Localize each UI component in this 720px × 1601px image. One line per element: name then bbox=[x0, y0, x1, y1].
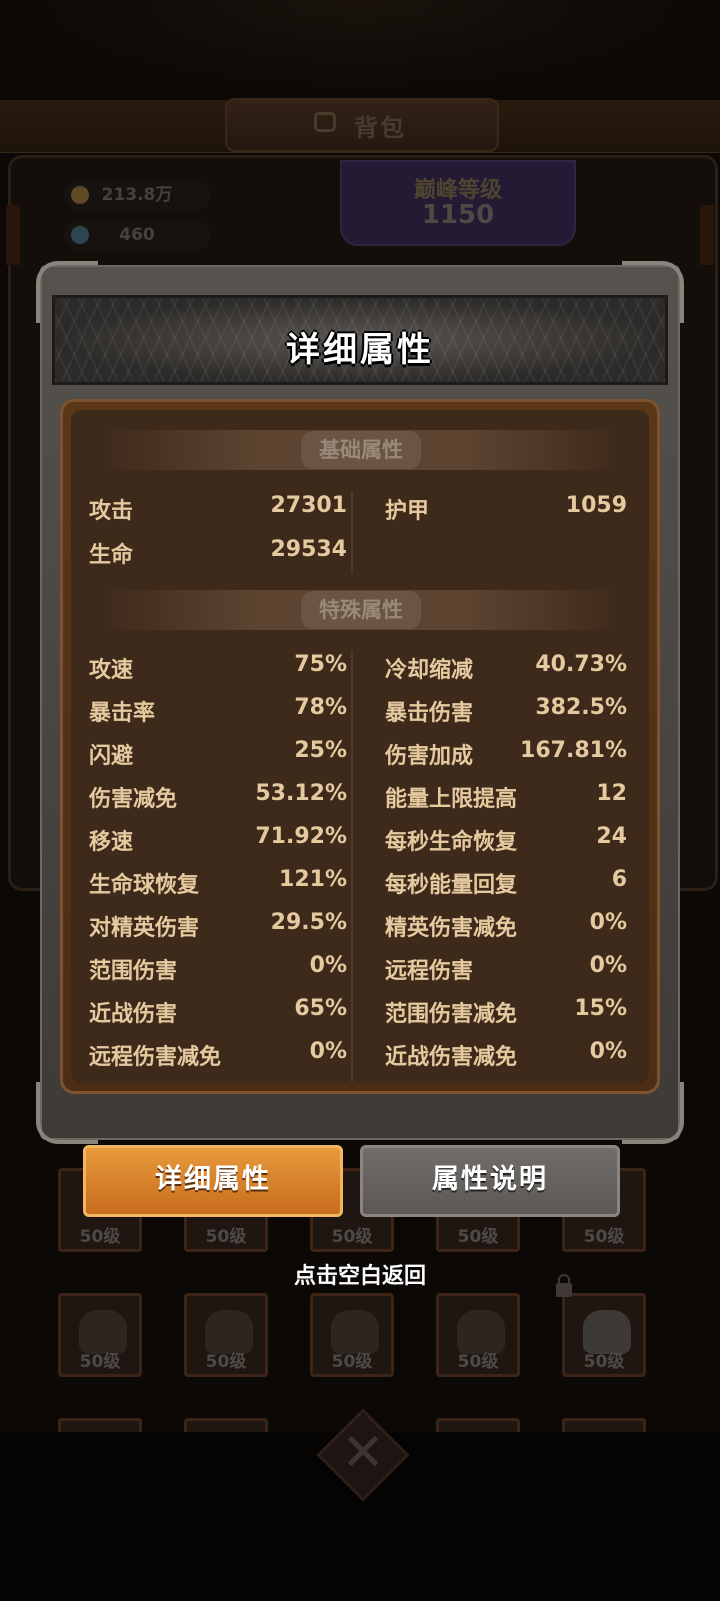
special-section-header: 特殊属性 bbox=[101, 590, 621, 630]
stat-name: 远程伤害 bbox=[385, 959, 474, 984]
special-section-title: 特殊属性 bbox=[301, 591, 421, 629]
stat-name: 每秒能量回复 bbox=[385, 873, 518, 898]
slot-level: 50级 bbox=[205, 1352, 247, 1372]
gold-counter: 213.8万 bbox=[63, 180, 211, 210]
stat-row: 攻速 75% 冷却缩减 40.73% bbox=[89, 652, 637, 686]
stat-name: 伤害加成 bbox=[385, 744, 474, 769]
stat-value: 27301 bbox=[270, 493, 347, 518]
tab-detail-attributes[interactable]: 详细属性 bbox=[83, 1145, 343, 1217]
stat-value: 0% bbox=[589, 953, 627, 978]
basic-section-header: 基础属性 bbox=[101, 430, 621, 470]
stat-value: 25% bbox=[294, 738, 347, 763]
equipment-slot[interactable]: 50级 bbox=[436, 1293, 520, 1377]
stat-name: 攻击 bbox=[89, 499, 134, 524]
stat-name: 移速 bbox=[89, 830, 134, 855]
stats-content-inner: 基础属性 攻击 27301 护甲 1059 生命 29534 特殊属性 攻速 7… bbox=[71, 410, 649, 1083]
basic-section-title: 基础属性 bbox=[301, 431, 421, 469]
stat-value: 1059 bbox=[565, 493, 627, 518]
stat-name: 闪避 bbox=[89, 744, 134, 769]
stat-row: 近战伤害 65% 范围伤害减免 15% bbox=[89, 996, 637, 1030]
stats-content: 基础属性 攻击 27301 护甲 1059 生命 29534 特殊属性 攻速 7… bbox=[60, 399, 660, 1094]
stat-row: 闪避 25% 伤害加成 167.81% bbox=[89, 738, 637, 772]
stat-value: 40.73% bbox=[535, 652, 627, 677]
stat-value: 12 bbox=[596, 781, 627, 806]
slot-level: 50级 bbox=[583, 1352, 625, 1372]
stat-row: 攻击 27301 护甲 1059 bbox=[89, 493, 637, 527]
slot-level: 50级 bbox=[79, 1352, 121, 1372]
stat-value: 121% bbox=[279, 867, 347, 892]
stat-value: 0% bbox=[309, 1039, 347, 1064]
stat-row: 移速 71.92% 每秒生命恢复 24 bbox=[89, 824, 637, 858]
stat-name: 护甲 bbox=[385, 499, 430, 524]
stat-name: 近战伤害减免 bbox=[385, 1045, 518, 1070]
crossed-swords-icon: ✕ bbox=[341, 1423, 385, 1483]
stat-row: 对精英伤害 29.5% 精英伤害减免 0% bbox=[89, 910, 637, 944]
stat-value: 75% bbox=[294, 652, 347, 677]
top-glow bbox=[0, 0, 720, 100]
stat-row: 生命球恢复 121% 每秒能量回复 6 bbox=[89, 867, 637, 901]
stat-value: 0% bbox=[589, 910, 627, 935]
slot-level: 50级 bbox=[457, 1352, 499, 1372]
gem-value: 460 bbox=[119, 225, 155, 245]
stat-value: 0% bbox=[309, 953, 347, 978]
tab-attribute-explanation[interactable]: 属性说明 bbox=[360, 1145, 620, 1217]
slot-level: 50级 bbox=[583, 1227, 625, 1247]
gem-counter: 460 bbox=[63, 220, 211, 250]
stat-value: 382.5% bbox=[535, 695, 627, 720]
stat-value: 29534 bbox=[270, 537, 347, 562]
equipment-slot[interactable]: 50级 bbox=[58, 1293, 142, 1377]
panel-title-bar: 详细属性 bbox=[52, 295, 668, 385]
stat-value: 78% bbox=[294, 695, 347, 720]
stat-value: 6 bbox=[611, 867, 627, 892]
gold-value: 213.8万 bbox=[101, 185, 173, 205]
slot-level: 50级 bbox=[331, 1352, 373, 1372]
equipment-slot[interactable]: 50级 bbox=[562, 1293, 646, 1377]
detail-attributes-panel: 详细属性 基础属性 攻击 27301 护甲 1059 生命 29534 特殊属性 bbox=[36, 261, 684, 1144]
stat-name: 暴击伤害 bbox=[385, 701, 474, 726]
stat-value: 0% bbox=[589, 1039, 627, 1064]
stat-name: 暴击率 bbox=[89, 701, 156, 726]
stat-name: 范围伤害减免 bbox=[385, 1002, 518, 1027]
stat-row: 暴击率 78% 暴击伤害 382.5% bbox=[89, 695, 637, 729]
stat-name: 冷却缩减 bbox=[385, 658, 474, 683]
stat-name: 远程伤害减免 bbox=[89, 1045, 222, 1070]
slot-level: 50级 bbox=[205, 1227, 247, 1247]
panel-title: 详细属性 bbox=[286, 330, 434, 370]
slot-level: 50级 bbox=[79, 1227, 121, 1247]
stat-name: 攻速 bbox=[89, 658, 134, 683]
slot-level: 50级 bbox=[331, 1227, 373, 1247]
stat-row: 远程伤害减免 0% 近战伤害减免 0% bbox=[89, 1039, 637, 1073]
stat-name: 范围伤害 bbox=[89, 959, 178, 984]
frame-side-mark bbox=[700, 205, 714, 265]
stat-value: 167.81% bbox=[520, 738, 627, 763]
header-title-text: 背包 bbox=[354, 114, 406, 142]
stat-value: 53.12% bbox=[255, 781, 347, 806]
stat-name: 对精英伤害 bbox=[89, 916, 200, 941]
stat-name: 伤害减免 bbox=[89, 787, 178, 812]
stat-name: 精英伤害减免 bbox=[385, 916, 518, 941]
stat-value: 71.92% bbox=[255, 824, 347, 849]
stat-name: 生命球恢复 bbox=[89, 873, 200, 898]
stat-value: 65% bbox=[294, 996, 347, 1021]
stat-row: 伤害减免 53.12% 能量上限提高 12 bbox=[89, 781, 637, 815]
stat-value: 29.5% bbox=[270, 910, 347, 935]
frame-side-mark bbox=[6, 205, 20, 265]
stat-value: 24 bbox=[596, 824, 627, 849]
stat-name: 生命 bbox=[89, 543, 134, 568]
peak-level-badge: 巅峰等级 1150 bbox=[340, 160, 576, 246]
equipment-slot[interactable]: 50级 bbox=[310, 1293, 394, 1377]
tap-blank-to-return-hint[interactable]: 点击空白返回 bbox=[0, 1258, 720, 1290]
stat-name: 每秒生命恢复 bbox=[385, 830, 518, 855]
stat-row: 生命 29534 bbox=[89, 537, 637, 571]
peak-level-value: 1150 bbox=[421, 200, 495, 230]
stat-row: 范围伤害 0% 远程伤害 0% bbox=[89, 953, 637, 987]
stat-name: 近战伤害 bbox=[89, 1002, 178, 1027]
stat-name: 能量上限提高 bbox=[385, 787, 518, 812]
slot-level: 50级 bbox=[457, 1227, 499, 1247]
header-title: 背包 bbox=[0, 108, 720, 143]
equipment-slot[interactable]: 50级 bbox=[184, 1293, 268, 1377]
stat-value: 15% bbox=[574, 996, 627, 1021]
